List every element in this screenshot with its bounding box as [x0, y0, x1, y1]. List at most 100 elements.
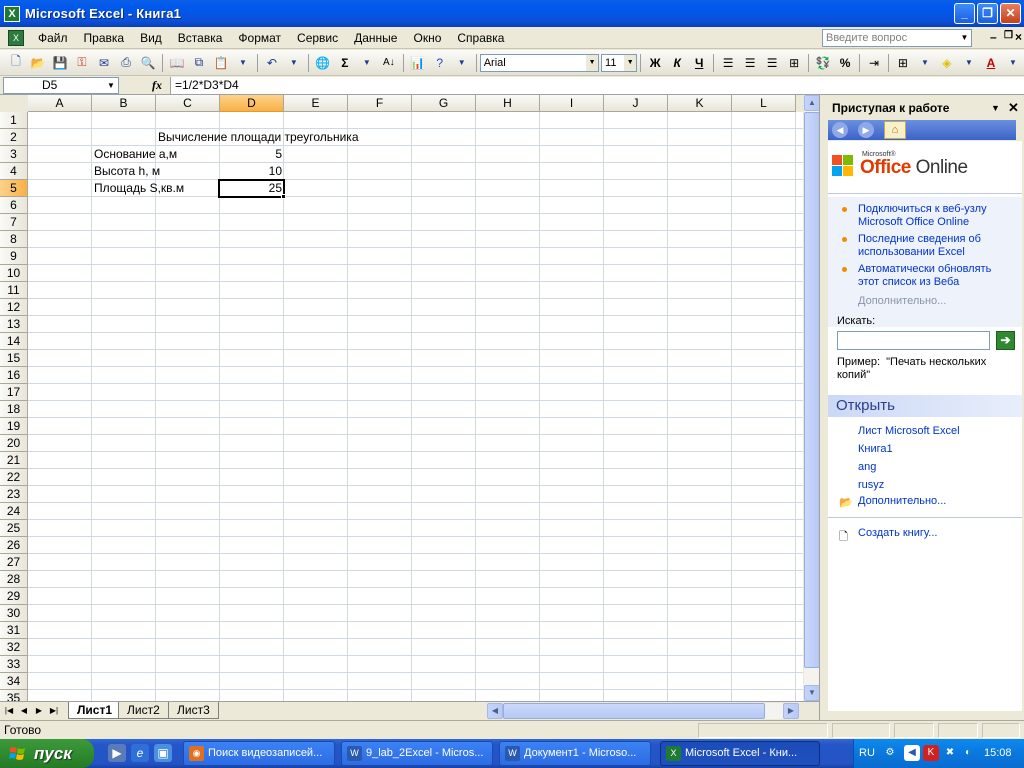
media-player-icon[interactable]: ▶	[108, 744, 126, 762]
email-icon[interactable]: ✉	[94, 52, 114, 74]
row-header-7[interactable]: 7	[0, 214, 28, 231]
worksheet-grid[interactable]: ABCDEFGHIJKL 1 2 3 4 5 6 7 8 9 10 11 12 13 14 15 16 17 18…	[0, 95, 819, 701]
indent-icon[interactable]: ⇥	[864, 52, 884, 74]
excel-app-icon[interactable]: X	[4, 5, 20, 22]
help-question-input[interactable]: Введите вопрос	[822, 29, 972, 47]
merge-center-icon[interactable]: ⊞	[784, 52, 804, 74]
column-header-I[interactable]: I	[540, 95, 604, 112]
row-header-27[interactable]: 27	[0, 554, 28, 571]
autosum-dropdown-icon[interactable]: ▼	[357, 52, 377, 74]
currency-icon[interactable]: 💱	[813, 52, 833, 74]
scroll-down-icon[interactable]: ▼	[804, 685, 820, 701]
row-header-18[interactable]: 18	[0, 401, 28, 418]
network-icon[interactable]: ⚙	[882, 745, 898, 761]
row-header-3[interactable]: 3	[0, 146, 28, 163]
antivirus-icon[interactable]: K	[923, 745, 939, 761]
scroll-up-icon[interactable]: ▲	[804, 95, 820, 111]
paste-dropdown-icon[interactable]: ▼	[233, 52, 253, 74]
menu-data[interactable]: Данные	[346, 28, 405, 48]
print-preview-icon[interactable]: 🔍	[138, 52, 158, 74]
permission-icon[interactable]: ⚿	[72, 52, 92, 74]
row-header-33[interactable]: 33	[0, 656, 28, 673]
cell-B5[interactable]: Площадь S,кв.м	[92, 180, 186, 197]
borders-icon[interactable]: ⊞	[893, 52, 913, 74]
row-header-34[interactable]: 34	[0, 673, 28, 690]
security-icon[interactable]: ✖	[942, 745, 958, 761]
minimize-button[interactable]: _	[954, 3, 975, 24]
menu-tools[interactable]: Сервис	[289, 28, 346, 48]
fill-color-icon[interactable]: ◈	[937, 52, 957, 74]
doc-restore-icon[interactable]: ❐	[1004, 30, 1013, 41]
tray-nav-icon[interactable]: ◀	[904, 745, 920, 761]
hyperlink-icon[interactable]: 🌐	[313, 52, 333, 74]
menu-edit[interactable]: Правка	[76, 28, 133, 48]
desktop-icon[interactable]: ▣	[154, 744, 172, 762]
menu-file[interactable]: Файл	[30, 28, 76, 48]
bold-button[interactable]: Ж	[645, 52, 665, 74]
column-header-H[interactable]: H	[476, 95, 540, 112]
volume-icon[interactable]: ◐	[960, 745, 976, 761]
autosum-icon[interactable]: Σ	[335, 52, 355, 74]
borders-dropdown-icon[interactable]: ▼	[915, 52, 935, 74]
percent-button[interactable]: %	[835, 52, 855, 74]
new-icon[interactable]: 🗋	[6, 52, 26, 74]
row-header-32[interactable]: 32	[0, 639, 28, 656]
more-link[interactable]: Дополнительно...	[858, 295, 946, 307]
column-header-D[interactable]: D	[220, 95, 284, 112]
open-icon[interactable]: 📂	[28, 52, 48, 74]
menu-insert[interactable]: Вставка	[170, 28, 231, 48]
name-box[interactable]: D5 ▼	[3, 77, 119, 94]
copy-icon[interactable]: ⧉	[189, 52, 209, 74]
paste-icon[interactable]: 📋	[211, 52, 231, 74]
row-header-14[interactable]: 14	[0, 333, 28, 350]
home-icon[interactable]: ⌂	[884, 121, 906, 139]
print-icon[interactable]: ⎙	[116, 52, 136, 74]
horizontal-scrollbar[interactable]: ◀ ▶	[487, 703, 799, 719]
doc-minimize-icon[interactable]: –	[990, 30, 997, 44]
row-header-28[interactable]: 28	[0, 571, 28, 588]
task-pane-close-icon[interactable]: ✕	[1008, 98, 1019, 118]
cell-C2[interactable]: Вычисление площади треугольника	[156, 129, 361, 146]
close-button[interactable]: ✕	[1000, 3, 1021, 24]
link-auto-update[interactable]: Автоматически обновлять этот список из В…	[842, 263, 1008, 289]
font-name-dropdown-icon[interactable]: ▼	[586, 54, 599, 71]
horizontal-scroll-thumb[interactable]	[503, 703, 765, 719]
align-left-icon[interactable]: ☰	[718, 52, 738, 74]
font-size-select[interactable]: 11 ▼	[601, 53, 638, 72]
row-header-35[interactable]: 35	[0, 690, 28, 701]
create-workbook-link[interactable]: Создать книгу...	[858, 527, 937, 539]
row-header-10[interactable]: 10	[0, 265, 28, 282]
row-header-15[interactable]: 15	[0, 350, 28, 367]
search-input[interactable]	[837, 331, 990, 350]
row-header-23[interactable]: 23	[0, 486, 28, 503]
task-pane-menu-icon[interactable]: ▼	[991, 98, 1000, 118]
row-header-26[interactable]: 26	[0, 537, 28, 554]
task-word-doc[interactable]: W Документ1 - Microso...	[499, 741, 651, 766]
menu-help[interactable]: Справка	[449, 28, 512, 48]
research-icon[interactable]: 📖	[167, 52, 187, 74]
last-sheet-icon[interactable]: ▶|	[48, 704, 60, 717]
prev-sheet-icon[interactable]: ◀	[18, 704, 30, 717]
next-sheet-icon[interactable]: ▶	[33, 704, 45, 717]
task-word-lab[interactable]: W 9_lab_2Excel - Micros...	[341, 741, 493, 766]
font-color-icon[interactable]: A	[981, 52, 1001, 74]
toolbar-options-icon[interactable]: ▼	[452, 52, 472, 74]
column-header-E[interactable]: E	[284, 95, 348, 112]
row-header-30[interactable]: 30	[0, 605, 28, 622]
fill-handle[interactable]	[281, 194, 286, 199]
align-center-icon[interactable]: ☰	[740, 52, 760, 74]
row-header-8[interactable]: 8	[0, 231, 28, 248]
link-latest-news[interactable]: Последние сведения об использовании Exce…	[842, 233, 1008, 259]
row-header-17[interactable]: 17	[0, 384, 28, 401]
column-header-J[interactable]: J	[604, 95, 668, 112]
row-header-11[interactable]: 11	[0, 282, 28, 299]
help-dropdown-icon[interactable]: ▼	[958, 30, 971, 46]
recent-file-1[interactable]: Лист Microsoft Excel	[858, 425, 960, 437]
search-go-icon[interactable]: ➔	[996, 331, 1015, 350]
chart-wizard-icon[interactable]: 📊	[408, 52, 428, 74]
ie-icon[interactable]: e	[131, 744, 149, 762]
menu-format[interactable]: Формат	[230, 28, 289, 48]
doc-close-icon[interactable]: ×	[1015, 30, 1022, 44]
font-size-dropdown-icon[interactable]: ▼	[624, 54, 637, 71]
row-header-22[interactable]: 22	[0, 469, 28, 486]
